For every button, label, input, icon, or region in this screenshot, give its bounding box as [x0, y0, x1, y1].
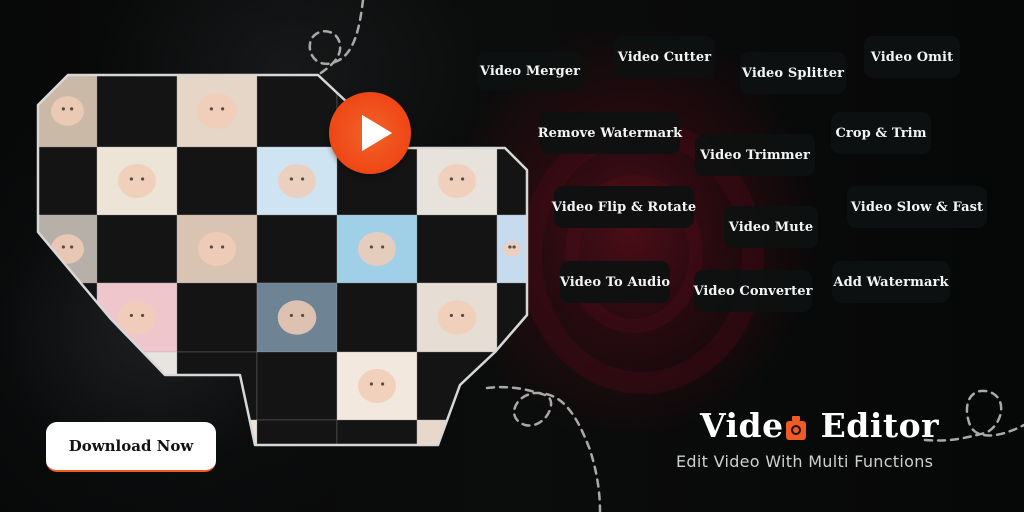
feature-crop-trim-button[interactable]: Crop & Trim: [831, 112, 931, 154]
collage-dark-cell: [497, 283, 527, 352]
photo-baby-smiling-lying: [38, 75, 97, 147]
feature-video-trimmer-button[interactable]: Video Trimmer: [695, 134, 815, 176]
photo-baby-blue-hat: [337, 215, 417, 283]
collage-dark-cell: [497, 352, 527, 420]
photo-baby-towel-smile: [337, 352, 417, 420]
app-logo: Vide Editor: [700, 403, 939, 447]
photo-baby-owl-hat: [177, 215, 257, 283]
collage-dark-cell: [177, 352, 257, 420]
photo-newborn-white-wrap: [417, 147, 497, 215]
collage-dark-cell: [177, 147, 257, 215]
logo-text-start: Vide: [700, 405, 784, 445]
collage-dark-cell: [38, 352, 97, 420]
photo-toddler-lying: [38, 215, 97, 283]
photo-newborn-headband: [97, 147, 177, 215]
feature-video-splitter-button[interactable]: Video Splitter: [740, 52, 846, 94]
play-button[interactable]: [329, 92, 411, 174]
collage-dark-cell: [257, 75, 337, 147]
collage-grid-line: [38, 351, 98, 421]
logo-text-end: Editor: [808, 405, 940, 445]
bottle-lens-icon: [785, 416, 806, 440]
collage-dark-cell: [257, 215, 337, 283]
feature-video-merger-button[interactable]: Video Merger: [477, 52, 583, 90]
feature-video-mute-button[interactable]: Video Mute: [724, 206, 818, 248]
download-now-button[interactable]: Download Now: [46, 422, 216, 472]
feature-video-to-audio-button[interactable]: Video To Audio: [560, 261, 670, 303]
photo-baby-knit-hat-sleeping: [257, 283, 337, 352]
collage-dark-cell: [337, 283, 417, 352]
feature-video-omit-button[interactable]: Video Omit: [864, 36, 960, 78]
collage-grid-line: [496, 351, 527, 421]
photo-baby-teddy-hood: [497, 215, 527, 283]
play-icon: [362, 115, 392, 151]
collage-dark-cell: [417, 215, 497, 283]
feature-video-cutter-button[interactable]: Video Cutter: [614, 36, 715, 78]
collage-dark-cell: [257, 352, 337, 420]
feature-video-converter-button[interactable]: Video Converter: [693, 270, 812, 312]
collage-dark-cell: [97, 215, 177, 283]
photo-baby-blue-hood: [257, 147, 337, 215]
photo-newborn-in-basket: [177, 75, 257, 147]
photo-baby-red-dress: [417, 283, 497, 352]
collage-dark-cell: [497, 147, 527, 215]
collage-dark-cell: [177, 283, 257, 352]
tagline: Edit Video With Multi Functions: [676, 452, 934, 471]
collage-grid-line: [496, 419, 527, 445]
collage-dark-cell: [337, 420, 417, 445]
feature-add-watermark-button[interactable]: Add Watermark: [832, 261, 950, 303]
feature-video-flip-rotate-button[interactable]: Video Flip & Rotate: [552, 186, 696, 228]
collage-dark-cell: [257, 420, 337, 445]
feature-video-slow-fast-button[interactable]: Video Slow & Fast: [847, 186, 987, 228]
collage-dark-cell: [97, 75, 177, 147]
collage-dark-cell: [497, 420, 527, 445]
photo-baby-flower-crown: [417, 420, 497, 445]
collage-dark-cell: [38, 147, 97, 215]
photo-baby-bath-partial: [97, 352, 177, 420]
feature-remove-watermark-button[interactable]: Remove Watermark: [538, 112, 682, 154]
